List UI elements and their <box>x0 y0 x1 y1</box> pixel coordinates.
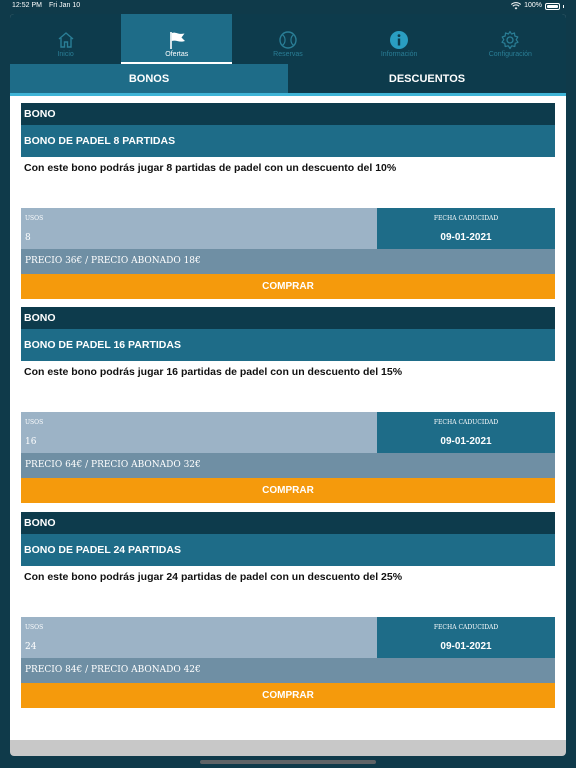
tab-inicio[interactable]: Inicio <box>10 14 121 64</box>
buy-button[interactable]: COMPRAR <box>21 683 555 708</box>
status-date: Fri Jan 10 <box>49 2 81 9</box>
usos-label: USOS <box>25 624 44 631</box>
home-indicator[interactable] <box>200 760 376 764</box>
gear-icon <box>501 30 519 50</box>
expiry-box: FECHA CADUCIDAD 09-01-2021 <box>377 412 555 453</box>
tab-reservas[interactable]: Reservas <box>232 14 343 64</box>
tab-informacion[interactable]: Información <box>344 14 455 64</box>
expiry-box: FECHA CADUCIDAD 09-01-2021 <box>377 617 555 658</box>
usos-box: USOS 16 <box>21 412 377 453</box>
status-right: 100% <box>511 0 564 12</box>
tab-configuracion[interactable]: Configuración <box>455 14 566 64</box>
usos-value: 16 <box>25 437 37 447</box>
card-price: PRECIO 36€ / PRECIO ABONADO 18€ <box>21 249 555 274</box>
expiry-value: 09-01-2021 <box>440 641 492 652</box>
card-info-row: USOS 24 FECHA CADUCIDAD 09-01-2021 <box>21 617 555 658</box>
status-time: 12:52 PM <box>12 2 42 9</box>
tab-label: Inicio <box>57 51 74 58</box>
card-description: Con este bono podrás jugar 16 partidas d… <box>21 361 555 412</box>
card-header: BONO <box>21 512 555 534</box>
bono-list[interactable]: BONO BONO DE PADEL 8 PARTIDAS Con este b… <box>10 96 566 756</box>
expiry-box: FECHA CADUCIDAD 09-01-2021 <box>377 208 555 249</box>
card-description: Con este bono podrás jugar 24 partidas d… <box>21 566 555 617</box>
usos-value: 24 <box>25 642 37 652</box>
card-header: BONO <box>21 103 555 125</box>
card-description: Con este bono podrás jugar 8 partidas de… <box>21 157 555 208</box>
bono-card: BONO BONO DE PADEL 16 PARTIDAS Con este … <box>21 307 555 503</box>
battery-icon <box>545 2 560 10</box>
expiry-label: FECHA CADUCIDAD <box>433 419 499 426</box>
card-title: BONO DE PADEL 8 PARTIDAS <box>21 125 555 157</box>
card-header: BONO <box>21 307 555 329</box>
usos-label: USOS <box>25 215 44 222</box>
battery-percent: 100% <box>524 2 542 9</box>
usos-value: 8 <box>25 233 31 243</box>
app-window: Inicio Ofertas Reservas Información Conf… <box>10 14 566 756</box>
info-icon <box>390 31 409 49</box>
status-bar: 12:52 PM Fri Jan 10 100% <box>0 0 576 12</box>
ball-icon <box>279 31 297 49</box>
buy-button[interactable]: COMPRAR <box>21 274 555 299</box>
buy-button[interactable]: COMPRAR <box>21 478 555 503</box>
tab-label: Reservas <box>273 51 303 58</box>
bono-card: BONO BONO DE PADEL 8 PARTIDAS Con este b… <box>21 103 555 299</box>
expiry-value: 09-01-2021 <box>440 436 492 447</box>
expiry-label: FECHA CADUCIDAD <box>433 624 499 631</box>
flag-icon <box>169 32 185 49</box>
segment-descuentos[interactable]: DESCUENTOS <box>288 64 566 93</box>
card-price: PRECIO 84€ / PRECIO ABONADO 42€ <box>21 658 555 683</box>
card-title: BONO DE PADEL 24 PARTIDAS <box>21 534 555 566</box>
expiry-label: FECHA CADUCIDAD <box>433 215 499 222</box>
tab-label: Ofertas <box>165 51 189 58</box>
card-info-row: USOS 8 FECHA CADUCIDAD 09-01-2021 <box>21 208 555 249</box>
card-price: PRECIO 64€ / PRECIO ABONADO 32€ <box>21 453 555 478</box>
usos-box: USOS 8 <box>21 208 377 249</box>
home-icon <box>58 32 74 48</box>
top-tab-bar: Inicio Ofertas Reservas Información Conf… <box>10 14 566 64</box>
segment-bonos[interactable]: BONOS <box>10 64 288 93</box>
tab-label: Información <box>380 51 418 58</box>
bono-card: BONO BONO DE PADEL 24 PARTIDAS Con este … <box>21 512 555 708</box>
battery-tip <box>563 4 564 8</box>
tab-label: Configuración <box>488 51 532 58</box>
card-info-row: USOS 16 FECHA CADUCIDAD 09-01-2021 <box>21 412 555 453</box>
usos-label: USOS <box>25 419 44 426</box>
segment-control: BONOS DESCUENTOS <box>10 64 566 96</box>
wifi-icon <box>511 2 522 10</box>
expiry-value: 09-01-2021 <box>440 232 492 243</box>
card-title: BONO DE PADEL 16 PARTIDAS <box>21 329 555 361</box>
usos-box: USOS 24 <box>21 617 377 658</box>
tab-ofertas[interactable]: Ofertas <box>121 14 233 64</box>
